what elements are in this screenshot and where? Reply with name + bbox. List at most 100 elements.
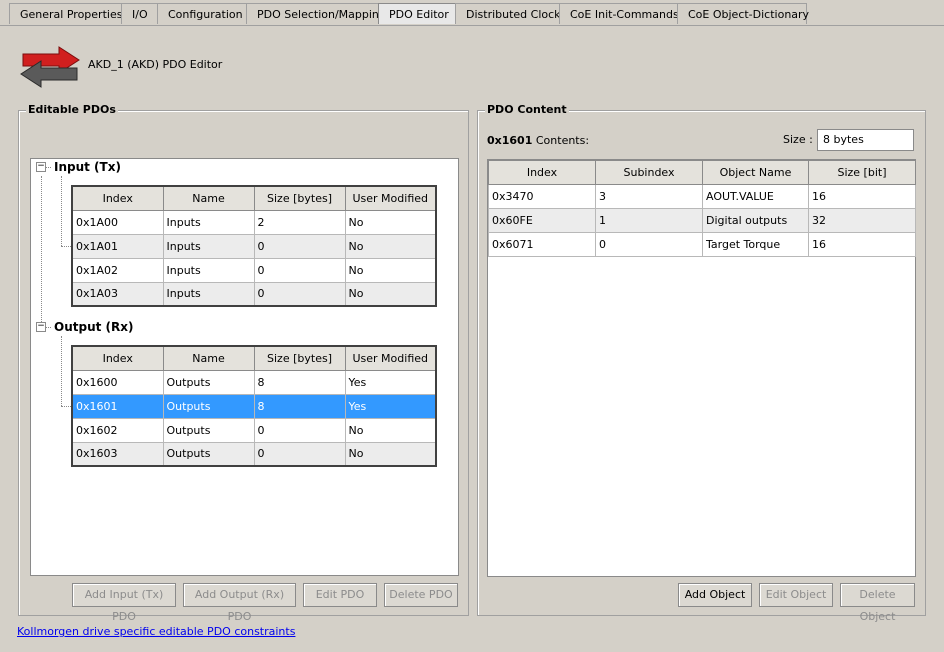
tree-node-input[interactable]: Input (Tx) (54, 160, 121, 174)
table-row[interactable]: 0x1600 Outputs 8 Yes (71, 369, 437, 395)
cell-name: Outputs (162, 441, 255, 467)
cell-index: 0x3470 (488, 184, 596, 209)
col-user-modified[interactable]: User Modified (344, 185, 437, 211)
delete-object-button[interactable]: Delete Object (840, 583, 915, 623)
col-index[interactable]: Index (71, 185, 164, 211)
col-size[interactable]: Size [bytes] (253, 345, 346, 371)
cell-size: 0 (253, 233, 346, 259)
table-row[interactable]: 0x1A03 Inputs 0 No (71, 281, 437, 307)
cell-index: 0x1601 (71, 393, 164, 419)
cell-name: Inputs (162, 257, 255, 283)
tab-io[interactable]: I/O (121, 3, 158, 24)
cell-size: 8 (253, 393, 346, 419)
cell-index: 0x1A00 (71, 209, 164, 235)
table-row[interactable]: 0x3470 3 AOUT.VALUE 16 (488, 184, 916, 209)
tree-line (61, 406, 71, 407)
cell-size: 8 (253, 369, 346, 395)
cell-name: Inputs (162, 233, 255, 259)
cell-index: 0x60FE (488, 208, 596, 233)
tab-pdo-selection-mapping[interactable]: PDO Selection/Mapping (246, 3, 386, 24)
cell-subindex: 3 (595, 184, 703, 209)
pdo-index-label: 0x1601 (487, 134, 533, 147)
cell-size: 0 (253, 441, 346, 467)
tab-coe-init-commands[interactable]: CoE Init-Commands (559, 3, 679, 24)
cell-user-modified: No (344, 441, 437, 467)
col-size[interactable]: Size [bytes] (253, 185, 346, 211)
collapse-input-icon[interactable]: − (36, 162, 46, 172)
cell-size: 0 (253, 281, 346, 307)
tab-configuration[interactable]: Configuration (157, 3, 247, 24)
cell-object-name: AOUT.VALUE (702, 184, 809, 209)
col-name[interactable]: Name (162, 185, 255, 211)
col-user-modified[interactable]: User Modified (344, 345, 437, 371)
col-name[interactable]: Name (162, 345, 255, 371)
cell-size-bit: 32 (808, 208, 916, 233)
tab-bar: General Properties I/O Configuration PDO… (9, 3, 809, 25)
tab-distributed-clock[interactable]: Distributed Clock (455, 3, 561, 24)
editor-title: AKD_1 (AKD) PDO Editor (88, 58, 223, 71)
cell-subindex: 0 (595, 232, 703, 257)
cell-name: Outputs (162, 369, 255, 395)
col-size-bit[interactable]: Size [bit] (808, 160, 916, 185)
tree-line (41, 176, 42, 328)
tab-coe-object-dictionary[interactable]: CoE Object-Dictionary (677, 3, 809, 24)
tree-node-output[interactable]: Output (Rx) (54, 320, 133, 334)
collapse-output-icon[interactable]: − (36, 322, 46, 332)
tree-line (61, 246, 71, 247)
cell-user-modified: No (344, 209, 437, 235)
col-object-name[interactable]: Object Name (702, 160, 809, 185)
tree-line (61, 176, 62, 246)
editable-pdos-title: Editable PDOs (26, 103, 118, 116)
cell-size: 0 (253, 417, 346, 443)
cell-index: 0x1A03 (71, 281, 164, 307)
table-row[interactable]: 0x1A00 Inputs 2 No (71, 209, 437, 235)
cell-index: 0x1600 (71, 369, 164, 395)
cell-name: Outputs (162, 393, 255, 419)
cell-name: Outputs (162, 417, 255, 443)
add-object-button[interactable]: Add Object (678, 583, 752, 607)
cell-index: 0x1A01 (71, 233, 164, 259)
tab-general-properties[interactable]: General Properties (9, 3, 122, 24)
pdo-content-table: Index Subindex Object Name Size [bit] 0x… (488, 160, 916, 257)
cell-user-modified: No (344, 417, 437, 443)
cell-index: 0x6071 (488, 232, 596, 257)
size-field[interactable]: 8 bytes (817, 129, 914, 151)
col-subindex[interactable]: Subindex (595, 160, 703, 185)
add-output-pdo-button[interactable]: Add Output (Rx) PDO (183, 583, 296, 623)
cell-size-bit: 16 (808, 232, 916, 257)
cell-index: 0x1A02 (71, 257, 164, 283)
cell-user-modified: Yes (344, 369, 437, 395)
input-pdo-table: Index Name Size [bytes] User Modified 0x… (71, 185, 437, 307)
col-index[interactable]: Index (71, 345, 164, 371)
cell-index: 0x1602 (71, 417, 164, 443)
table-row[interactable]: 0x6071 0 Target Torque 16 (488, 232, 916, 257)
edit-pdo-button[interactable]: Edit PDO (303, 583, 377, 607)
cell-name: Inputs (162, 209, 255, 235)
cell-object-name: Digital outputs (702, 208, 809, 233)
table-row-selected[interactable]: 0x1601 Outputs 8 Yes (71, 393, 437, 419)
pdo-constraints-link[interactable]: Kollmorgen drive specific editable PDO c… (17, 625, 295, 638)
cell-subindex: 1 (595, 208, 703, 233)
tree-line (61, 336, 62, 406)
arrows-icon (20, 46, 80, 88)
cell-user-modified: No (344, 281, 437, 307)
tab-pdo-editor[interactable]: PDO Editor (378, 3, 456, 24)
output-pdo-table: Index Name Size [bytes] User Modified 0x… (71, 345, 437, 467)
cell-user-modified: No (344, 257, 437, 283)
cell-user-modified: No (344, 233, 437, 259)
table-row[interactable]: 0x1602 Outputs 0 No (71, 417, 437, 443)
delete-pdo-button[interactable]: Delete PDO (384, 583, 458, 607)
table-row[interactable]: 0x1A01 Inputs 0 No (71, 233, 437, 259)
cell-size: 0 (253, 257, 346, 283)
cell-name: Inputs (162, 281, 255, 307)
table-row[interactable]: 0x1A02 Inputs 0 No (71, 257, 437, 283)
table-row[interactable]: 0x1603 Outputs 0 No (71, 441, 437, 467)
contents-text: Contents: (535, 134, 590, 147)
cell-user-modified: Yes (344, 393, 437, 419)
edit-object-button[interactable]: Edit Object (759, 583, 833, 607)
table-row[interactable]: 0x60FE 1 Digital outputs 32 (488, 208, 916, 233)
add-input-pdo-button[interactable]: Add Input (Tx) PDO (72, 583, 176, 623)
col-index[interactable]: Index (488, 160, 596, 185)
cell-index: 0x1603 (71, 441, 164, 467)
cell-size: 2 (253, 209, 346, 235)
